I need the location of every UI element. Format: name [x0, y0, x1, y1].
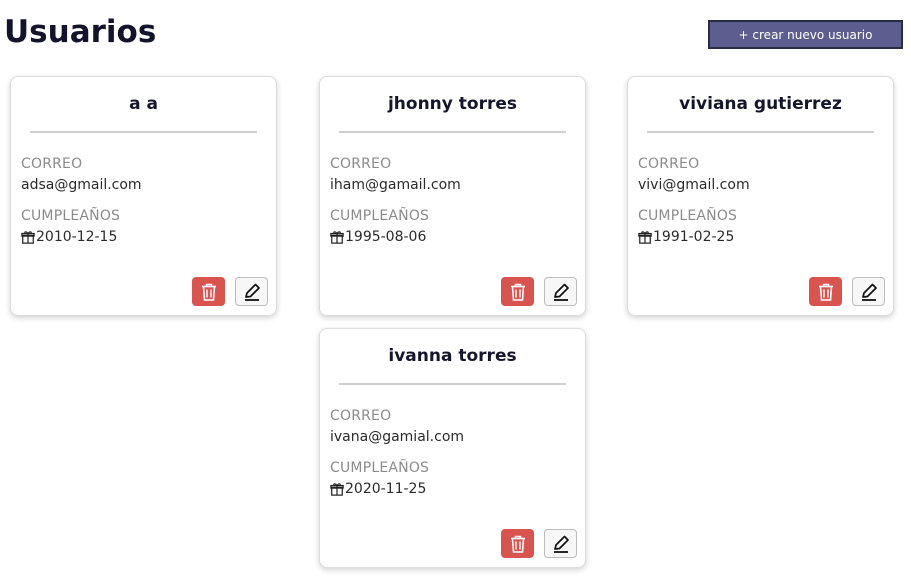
user-name: a a [129, 94, 158, 114]
gift-icon [330, 231, 344, 244]
birthday-label: CUMPLEAÑOS [330, 208, 430, 224]
email-label: CORREO [330, 408, 392, 424]
user-email: adsa@gmail.com [21, 177, 142, 193]
birthday-value: 2020-11-25 [345, 481, 427, 497]
user-birthday: 1995-08-06 [330, 229, 426, 245]
edit-user-button[interactable] [544, 529, 577, 558]
birthday-label: CUMPLEAÑOS [330, 460, 430, 476]
user-card: viviana gutierrez CORREO vivi@gmail.com … [627, 76, 894, 316]
pencil-icon [553, 535, 569, 553]
user-email: ivana@gamial.com [330, 429, 465, 445]
user-name: ivanna torres [388, 346, 517, 366]
user-birthday: 1991-02-25 [638, 229, 734, 245]
gift-icon [330, 483, 344, 496]
user-card: a a CORREO adsa@gmail.com CUMPLEAÑOS 201… [10, 76, 277, 316]
birthday-label: CUMPLEAÑOS [21, 208, 121, 224]
user-birthday: 2020-11-25 [330, 481, 426, 497]
trash-icon [510, 535, 525, 553]
delete-user-button[interactable] [192, 277, 225, 306]
pencil-icon [244, 283, 260, 301]
user-card: jhonny torres CORREO iham@gamail.com CUM… [319, 76, 586, 316]
card-divider [647, 131, 874, 133]
birthday-label: CUMPLEAÑOS [638, 208, 738, 224]
birthday-value: 2010-12-15 [36, 229, 118, 245]
pencil-icon [861, 283, 877, 301]
user-name: viviana gutierrez [679, 94, 842, 114]
user-name: jhonny torres [387, 94, 518, 114]
edit-user-button[interactable] [544, 277, 577, 306]
trash-icon [510, 283, 525, 301]
delete-user-button[interactable] [501, 529, 534, 558]
edit-user-button[interactable] [235, 277, 268, 306]
create-user-button[interactable]: + crear nuevo usuario [708, 20, 903, 49]
card-divider [30, 131, 257, 133]
pencil-icon [553, 283, 569, 301]
user-card: ivanna torres CORREO ivana@gamial.com CU… [319, 328, 586, 568]
card-divider [339, 383, 566, 385]
user-birthday: 2010-12-15 [21, 229, 117, 245]
delete-user-button[interactable] [501, 277, 534, 306]
trash-icon [201, 283, 216, 301]
gift-icon [21, 231, 35, 244]
edit-user-button[interactable] [852, 277, 885, 306]
card-divider [339, 131, 566, 133]
user-email: vivi@gmail.com [638, 177, 750, 193]
birthday-value: 1991-02-25 [653, 229, 735, 245]
delete-user-button[interactable] [809, 277, 842, 306]
trash-icon [818, 283, 833, 301]
user-email: iham@gamail.com [330, 177, 461, 193]
page-title: Usuarios [4, 14, 157, 50]
email-label: CORREO [21, 156, 83, 172]
email-label: CORREO [638, 156, 700, 172]
birthday-value: 1995-08-06 [345, 229, 427, 245]
gift-icon [638, 231, 652, 244]
email-label: CORREO [330, 156, 392, 172]
